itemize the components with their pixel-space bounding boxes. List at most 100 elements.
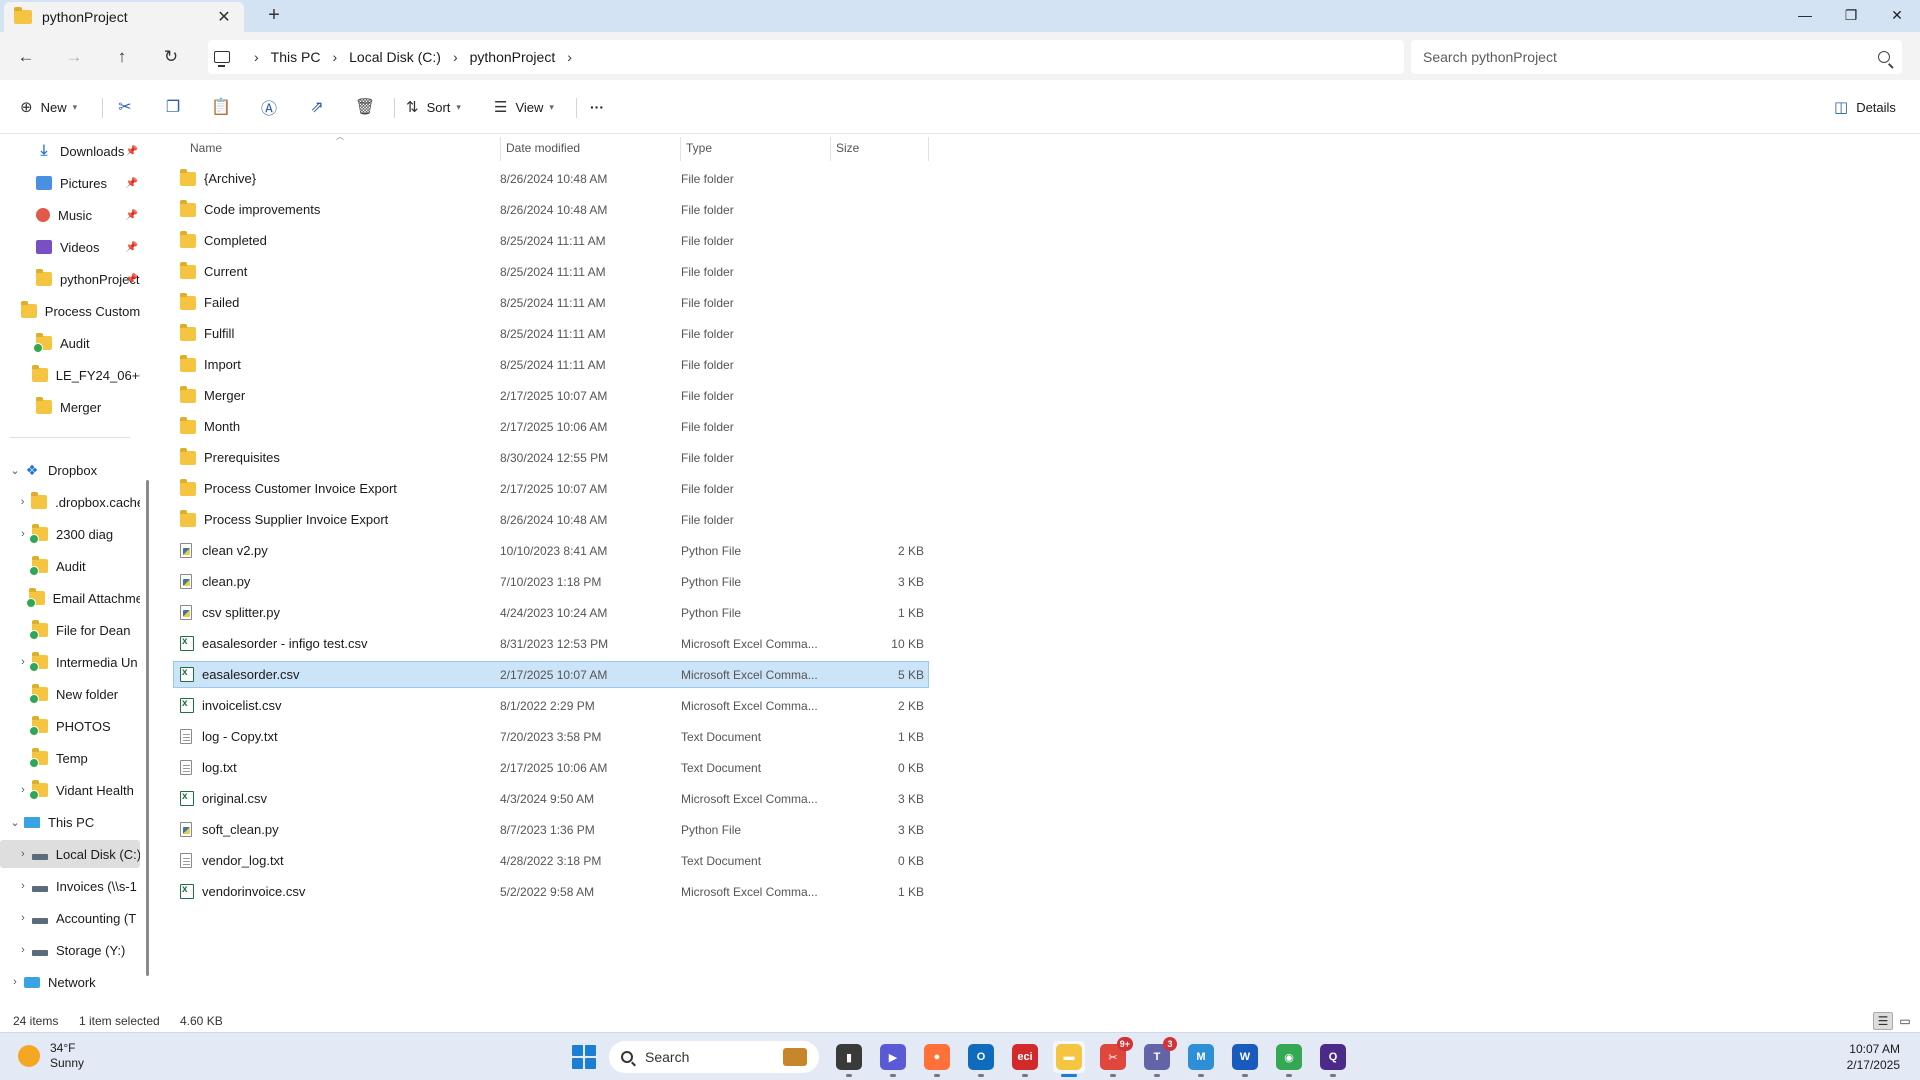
system-clock[interactable]: 10:07 AM 2/17/2025 [1847,1041,1900,1073]
large-icons-view-button[interactable]: ▭ [1895,1012,1915,1030]
file-row[interactable]: Failed 8/25/2024 11:11 AM File folder [174,290,928,315]
column-separator[interactable] [928,137,929,161]
sidebar-item[interactable]: Merger [0,393,140,421]
file-list[interactable]: ︿ Name Date modified Type Size {Archive}… [158,132,1920,1011]
file-row[interactable]: log - Copy.txt 7/20/2023 3:58 PM Text Docu… [174,724,928,749]
breadcrumb-local-disk[interactable]: Local Disk (C:) [349,49,441,65]
file-row[interactable]: Current 8/25/2024 11:11 AM File folder [174,259,928,284]
sidebar-item[interactable]: › Storage (Y:) [0,936,140,964]
tab-pythonproject[interactable]: pythonProject ✕ [4,2,244,32]
file-name-cell[interactable]: Month [180,416,490,434]
file-name-cell[interactable]: log - Copy.txt [180,729,490,744]
sidebar-item[interactable]: Audit [0,329,140,357]
close-window-button[interactable]: ✕ [1874,0,1920,30]
file-name-cell[interactable]: Code improvements [180,199,490,217]
chevron-right-icon[interactable]: › [14,944,32,956]
refresh-button[interactable]: ↻ [157,44,185,70]
minimize-button[interactable]: — [1782,0,1828,30]
chevron-right-icon[interactable]: › [14,848,32,860]
sidebar-item[interactable]: ⌄ This PC [0,808,140,836]
sort-button[interactable]: ⇅ Sort ▾ [406,94,461,120]
share-icon[interactable]: ⇗ [304,94,330,120]
sidebar-item[interactable]: Music 📌 [0,201,140,229]
chevron-down-icon[interactable]: ⌄ [6,464,24,477]
sidebar-item[interactable]: Videos 📌 [0,233,140,261]
file-name-cell[interactable]: Import [180,354,490,372]
chevron-right-icon[interactable]: › [332,49,337,65]
sidebar-item[interactable]: PHOTOS [0,712,140,740]
sidebar-item[interactable]: pythonProject 📌 [0,265,140,293]
chevron-right-icon[interactable]: › [14,880,32,892]
file-row[interactable]: invoicelist.csv 8/1/2022 2:29 PM Microsoft… [174,693,928,718]
file-row[interactable]: clean v2.py 10/10/2023 8:41 AM Python File… [174,538,928,563]
file-name-cell[interactable]: Process Customer Invoice Export [180,478,490,496]
sidebar-item[interactable]: File for Dean [0,616,140,644]
sidebar-item[interactable]: › Invoices (\\s-1 [0,872,140,900]
file-name-cell[interactable]: Prerequisites [180,447,490,465]
cut-icon[interactable]: ✂ [112,94,138,120]
sidebar-item[interactable]: › Network [0,968,140,996]
paste-icon[interactable]: 📋 [208,94,234,120]
outlook-icon[interactable]: O [965,1041,997,1077]
chevron-right-icon[interactable]: › [254,49,259,65]
file-name-cell[interactable]: soft_clean.py [180,822,490,837]
file-row[interactable]: original.csv 4/3/2024 9:50 AM Microsoft Ex… [174,786,928,811]
chevron-right-icon[interactable]: › [14,912,32,924]
file-name-cell[interactable]: log.txt [180,760,490,775]
computer-icon[interactable] [214,51,230,67]
column-date-modified[interactable]: Date modified [500,135,680,161]
m365-icon[interactable]: M [1185,1041,1217,1077]
start-button[interactable] [572,1045,596,1069]
breadcrumb-pythonproject[interactable]: pythonProject [470,49,556,65]
file-explorer-icon[interactable]: ▬ [1053,1041,1085,1077]
details-view-button[interactable]: ☰ [1873,1012,1893,1030]
file-name-cell[interactable]: Process Supplier Invoice Export [180,509,490,527]
file-row[interactable]: Prerequisites 8/30/2024 12:55 PM File fold… [174,445,928,470]
file-name-cell[interactable]: Merger [180,385,490,403]
file-name-cell[interactable]: Fulfill [180,323,490,341]
file-row[interactable]: Import 8/25/2024 11:11 AM File folder [174,352,928,377]
sidebar-item[interactable]: New folder [0,680,140,708]
taskview-icon[interactable]: ▮ [833,1041,865,1077]
sidebar-item[interactable]: Pictures 📌 [0,169,140,197]
new-tab-button[interactable]: + [262,4,286,27]
weather-widget[interactable]: 34°F Sunny [18,1041,84,1071]
file-row[interactable]: clean.py 7/10/2023 1:18 PM Python File 3 KB [174,569,928,594]
file-name-cell[interactable]: Failed [180,292,490,310]
snipping-tool-icon[interactable]: ✂ 9+ [1097,1037,1133,1077]
file-name-cell[interactable]: Current [180,261,490,279]
sidebar-item[interactable]: LE_FY24_06+06 [0,361,140,389]
breadcrumb[interactable]: › This PC › Local Disk (C:) › pythonProj… [208,40,1404,74]
sidebar-item[interactable]: Process Customer Invoice Export [0,297,140,325]
sidebar-item[interactable]: ⤓ Downloads 📌 [0,137,140,165]
sidebar-item[interactable]: Audit [0,552,140,580]
file-name-cell[interactable]: invoicelist.csv [180,698,490,713]
chevron-right-icon[interactable]: › [567,49,572,65]
chevron-right-icon[interactable]: › [14,496,31,508]
navigation-scrollbar[interactable] [146,480,149,976]
copy-icon[interactable]: ❐ [160,94,186,120]
taskbar-search[interactable]: Search [609,1041,819,1073]
teams-icon[interactable]: T3 [1141,1037,1177,1077]
details-pane-button[interactable]: ◫ Details [1834,94,1896,120]
file-name-cell[interactable]: vendorinvoice.csv [180,884,490,899]
file-row[interactable]: log.txt 2/17/2025 10:06 AM Text Document 0 … [174,755,928,780]
file-name-cell[interactable]: vendor_log.txt [180,853,490,868]
eci-icon[interactable]: eci [1009,1041,1041,1077]
search-box[interactable] [1411,40,1902,74]
chevron-right-icon[interactable]: › [6,976,24,988]
more-options-button[interactable]: ··· [590,94,604,120]
column-size[interactable]: Size [830,135,928,161]
sidebar-item[interactable]: › .dropbox.cache [0,488,140,516]
zoom-icon[interactable]: ▶ [877,1041,909,1077]
column-type[interactable]: Type [680,135,830,161]
maximize-button[interactable]: ❐ [1828,0,1874,30]
word-icon[interactable]: W [1229,1041,1261,1077]
view-button[interactable]: ☰ View ▾ [494,94,554,120]
file-name-cell[interactable]: easalesorder - infigo test.csv [180,636,490,651]
column-name[interactable]: Name [184,135,500,161]
file-row[interactable]: Merger 2/17/2025 10:07 AM File folder [174,383,928,408]
file-row[interactable]: easalesorder.csv 2/17/2025 10:07 AM Micros… [173,661,929,688]
file-row[interactable]: soft_clean.py 8/7/2023 1:36 PM Python File… [174,817,928,842]
file-row[interactable]: {Archive} 8/26/2024 10:48 AM File folder [174,166,928,191]
